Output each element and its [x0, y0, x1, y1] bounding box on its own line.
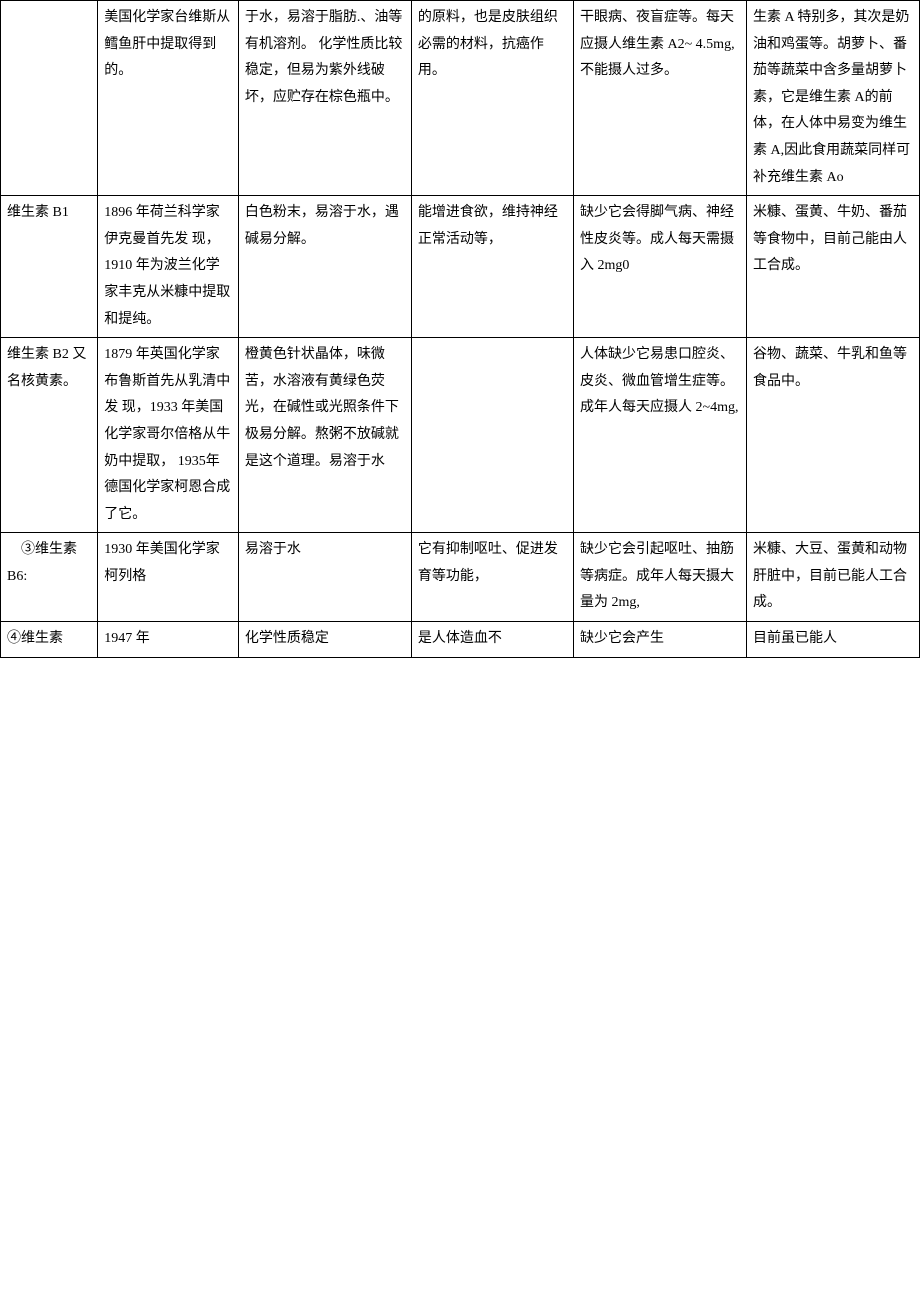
cell-name — [1, 1, 98, 196]
cell-discovery: 美国化学家台维斯从鳕鱼肝中提取得到的。 — [98, 1, 239, 196]
cell-properties: 化学性质稳定 — [238, 622, 411, 658]
cell-deficiency: 缺少它会产生 — [574, 622, 747, 658]
cell-source: 米糠、大豆、蛋黄和动物肝脏中，目前已能人工合成。 — [746, 533, 919, 622]
table-row: ④维生素 1947 年 化学性质稳定 是人体造血不 缺少它会产生 目前虽已能人 — [1, 622, 920, 658]
cell-properties: 白色粉末，易溶于水，遇碱易分解。 — [238, 196, 411, 338]
cell-source: 米糠、蛋黄、牛奶、番茄等食物中，目前己能由人工合成。 — [746, 196, 919, 338]
cell-source: 目前虽已能人 — [746, 622, 919, 658]
cell-function: 能增进食欲，维持神经正常活动等， — [411, 196, 573, 338]
cell-discovery: 1947 年 — [98, 622, 239, 658]
cell-name: ③维生素 B6: — [1, 533, 98, 622]
table-row: ③维生素 B6: 1930 年美国化学家柯列格 易溶于水 它有抑制呕吐、促进发育… — [1, 533, 920, 622]
cell-function: 是人体造血不 — [411, 622, 573, 658]
cell-properties: 于水，易溶于脂肪.、油等有机溶剂。 化学性质比较稳定，但易为紫外线破坏，应贮存在… — [238, 1, 411, 196]
table-body: 美国化学家台维斯从鳕鱼肝中提取得到的。 于水，易溶于脂肪.、油等有机溶剂。 化学… — [1, 1, 920, 658]
vitamin-table: 美国化学家台维斯从鳕鱼肝中提取得到的。 于水，易溶于脂肪.、油等有机溶剂。 化学… — [0, 0, 920, 658]
cell-discovery: 1879 年英国化学家布鲁斯首先从乳清中发 现，1933 年美国化学家哥尔倍格从… — [98, 338, 239, 533]
cell-deficiency: 缺少它会引起呕吐、抽筋等病症。成年人每天摄大量为 2mg, — [574, 533, 747, 622]
table-row: 美国化学家台维斯从鳕鱼肝中提取得到的。 于水，易溶于脂肪.、油等有机溶剂。 化学… — [1, 1, 920, 196]
cell-deficiency: 干眼病、夜盲症等。每天应摄人维生素 A2~ 4.5mg,不能摄人过多。 — [574, 1, 747, 196]
cell-function: 的原料，也是皮肤组织必需的材料，抗癌作用。 — [411, 1, 573, 196]
cell-name: 维生素 B1 — [1, 196, 98, 338]
table-row: 维生素 B2 又名核黄素。 1879 年英国化学家布鲁斯首先从乳清中发 现，19… — [1, 338, 920, 533]
cell-source: 谷物、蔬菜、牛乳和鱼等食品中。 — [746, 338, 919, 533]
cell-properties: 橙黄色针状晶体，味微苦，水溶液有黄绿色荧光，在碱性或光照条件下极易分解。熬粥不放… — [238, 338, 411, 533]
cell-deficiency: 人体缺少它易患口腔炎、皮炎、微血管增生症等。成年人每天应摄人 2~4mg, — [574, 338, 747, 533]
cell-name: ④维生素 — [1, 622, 98, 658]
cell-discovery: 1896 年荷兰科学家伊克曼首先发 现，1910 年为波兰化学家丰克从米糠中提取… — [98, 196, 239, 338]
table-row: 维生素 B1 1896 年荷兰科学家伊克曼首先发 现，1910 年为波兰化学家丰… — [1, 196, 920, 338]
cell-name: 维生素 B2 又名核黄素。 — [1, 338, 98, 533]
cell-function: 它有抑制呕吐、促进发育等功能， — [411, 533, 573, 622]
cell-source: 生素 A 特别多，其次是奶油和鸡蛋等。胡萝卜、番茄等蔬菜中含多量胡萝卜素，它是维… — [746, 1, 919, 196]
cell-deficiency: 缺少它会得脚气病、神经性皮炎等。成人每天需摄入 2mg0 — [574, 196, 747, 338]
cell-function — [411, 338, 573, 533]
cell-properties: 易溶于水 — [238, 533, 411, 622]
cell-discovery: 1930 年美国化学家柯列格 — [98, 533, 239, 622]
